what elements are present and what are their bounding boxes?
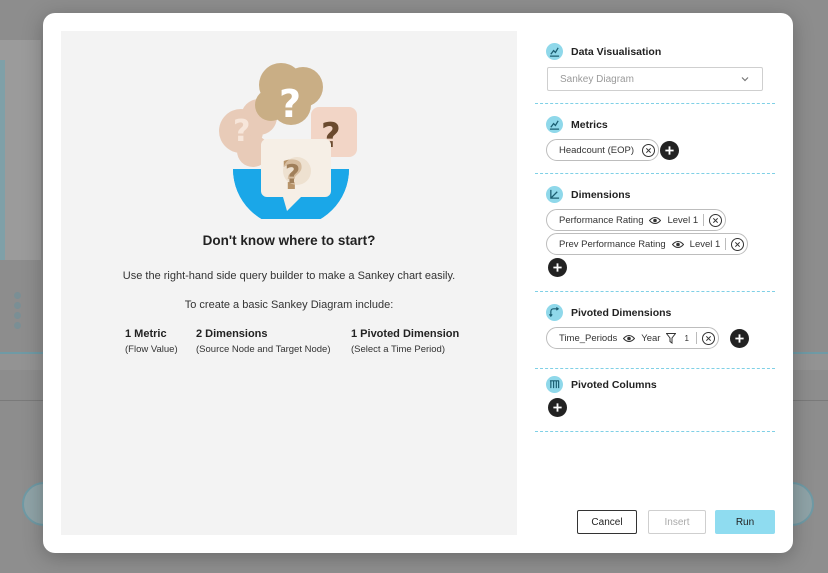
visualisation-type-value: Sankey Diagram	[560, 74, 634, 85]
metrics-icon	[546, 116, 563, 133]
eye-icon[interactable]	[671, 240, 684, 249]
metric-chip[interactable]: Headcount (EOP)	[546, 139, 659, 161]
svg-text:?: ?	[233, 114, 250, 149]
add-metric-button[interactable]	[660, 141, 679, 160]
chip-divider	[703, 214, 705, 226]
dimension-level[interactable]: Level 1	[667, 215, 698, 226]
svg-text:?: ?	[279, 82, 301, 126]
intro-heading: Don't know where to start?	[202, 233, 376, 248]
remove-icon[interactable]	[731, 237, 745, 251]
add-pivoted-dimension-button[interactable]	[730, 329, 749, 348]
plus-icon	[665, 146, 674, 155]
dimension-chip[interactable]: Performance Rating Level 1	[546, 209, 727, 231]
remove-icon[interactable]	[641, 143, 655, 157]
requirement-title: 1 Pivoted Dimension	[351, 328, 460, 340]
intro-requirements-caption: To create a basic Sankey Diagram include…	[184, 299, 394, 311]
pivoted-dimension-level[interactable]: Year	[641, 333, 660, 344]
dimension-chip[interactable]: Prev Performance Rating Level 1	[546, 233, 749, 255]
filter-count-badge: 1	[684, 333, 689, 343]
section-pivoted-columns: Pivoted Columns	[535, 369, 775, 432]
dimension-label: Prev Performance Rating	[559, 238, 666, 250]
requirement-title: 1 Metric	[125, 328, 167, 340]
chip-divider	[725, 238, 727, 250]
dimension-label: Performance Rating	[559, 214, 644, 226]
plus-icon	[735, 334, 744, 343]
section-title: Pivoted Dimensions	[546, 304, 671, 321]
plus-icon	[553, 403, 562, 412]
intro-panel: ? ? ? ? ? Don't know where to start? Use…	[61, 31, 517, 535]
add-pivoted-column-button[interactable]	[548, 398, 567, 417]
filter-icon[interactable]	[666, 332, 677, 344]
requirement-dimensions: 2 Dimensions (Source Node and Target Nod…	[196, 328, 331, 355]
section-title: Pivoted Columns	[546, 376, 657, 393]
section-metrics: Metrics Headcount (EOP)	[535, 104, 775, 174]
section-title: Data Visualisation	[546, 43, 661, 60]
pivoted-dimensions-title: Pivoted Dimensions	[571, 306, 672, 319]
insert-button[interactable]: Insert	[648, 510, 706, 534]
section-dimensions: Dimensions Performance Rating Level 1 Pr…	[535, 174, 775, 292]
background-bar	[0, 60, 5, 260]
section-title: Dimensions	[546, 186, 631, 203]
section-data-visualisation: Data Visualisation Sankey Diagram	[535, 13, 775, 104]
requirement-metric: 1 Metric (Flow Value)	[125, 328, 178, 355]
chart-icon	[546, 43, 563, 60]
chevron-down-icon	[741, 77, 749, 82]
chip-divider	[695, 332, 697, 344]
background-legend	[14, 292, 21, 332]
dimension-level[interactable]: Level 1	[690, 239, 721, 250]
section-title: Metrics	[546, 116, 608, 133]
columns-icon	[546, 376, 563, 393]
eye-icon[interactable]	[649, 216, 662, 225]
dimensions-title: Dimensions	[571, 188, 631, 201]
visualisation-type-select[interactable]: Sankey Diagram	[547, 67, 763, 91]
sankey-builder-modal: ? ? ? ? ? Don't know where to start? Use…	[43, 13, 793, 553]
data-visualisation-title: Data Visualisation	[571, 45, 662, 58]
requirement-subtitle: (Source Node and Target Node)	[196, 344, 331, 355]
pivoted-dimension-label: Time_Periods	[559, 332, 618, 344]
background-card	[0, 40, 42, 260]
section-pivoted-dimensions: Pivoted Dimensions Time_Periods Year 1	[535, 292, 775, 369]
cancel-button[interactable]: Cancel	[577, 510, 637, 534]
remove-icon[interactable]	[709, 213, 723, 227]
eye-icon[interactable]	[623, 334, 636, 343]
metric-label: Headcount (EOP)	[559, 144, 634, 156]
svg-text:?: ?	[285, 160, 300, 190]
remove-icon[interactable]	[701, 331, 715, 345]
requirement-subtitle: (Flow Value)	[125, 344, 178, 355]
add-dimension-button[interactable]	[548, 258, 567, 277]
question-marks-illustration: ? ? ? ? ?	[211, 59, 371, 219]
plus-icon	[553, 263, 562, 272]
pivot-icon	[546, 304, 563, 321]
axes-icon	[546, 186, 563, 203]
run-button[interactable]: Run	[715, 510, 775, 534]
metrics-title: Metrics	[571, 118, 608, 131]
requirement-subtitle: (Select a Time Period)	[351, 344, 445, 355]
pivoted-columns-title: Pivoted Columns	[571, 378, 657, 391]
requirement-title: 2 Dimensions	[196, 328, 268, 340]
requirement-pivoted-dimension: 1 Pivoted Dimension (Select a Time Perio…	[351, 328, 459, 355]
intro-instruction: Use the right-hand side query builder to…	[122, 270, 456, 282]
pivoted-dimension-chip[interactable]: Time_Periods Year 1	[546, 327, 719, 349]
